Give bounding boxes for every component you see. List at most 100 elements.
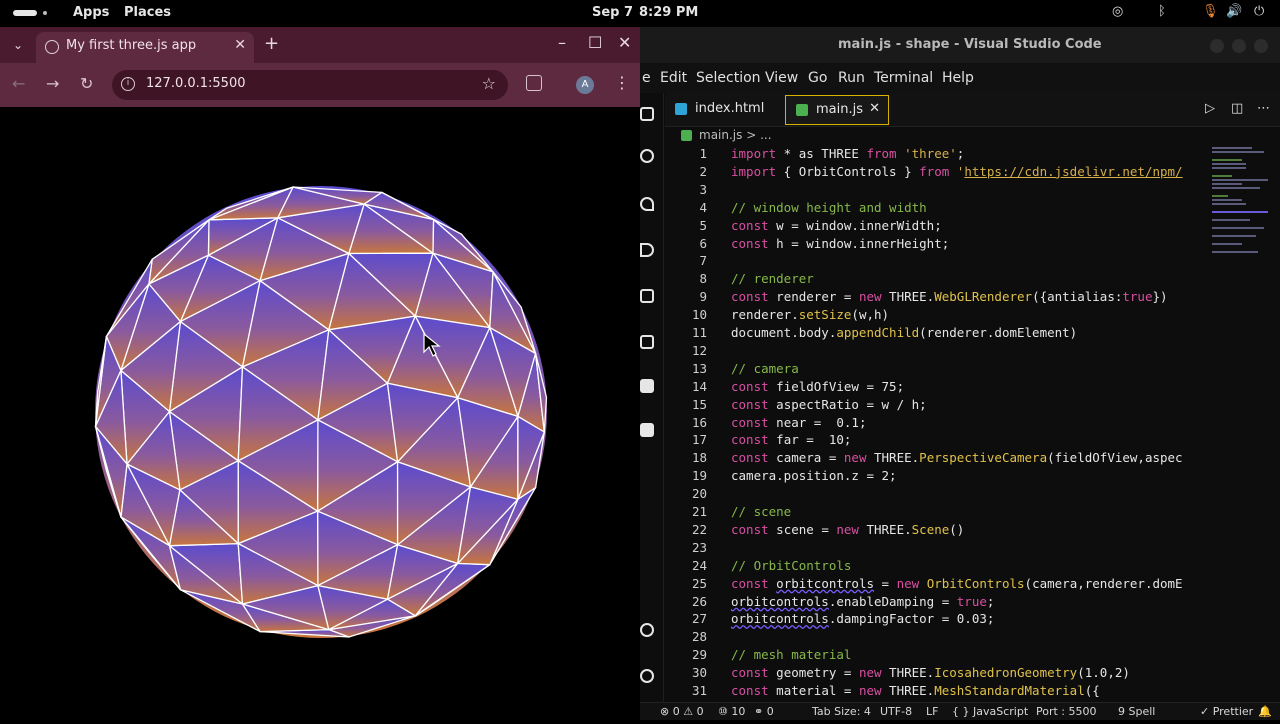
code-line[interactable]: 29 // mesh material — [665, 647, 1210, 665]
language-mode[interactable]: { } JavaScript — [952, 705, 1028, 718]
clock-time[interactable]: 8:29 PM — [639, 5, 698, 20]
code-line[interactable]: 9 const renderer = new THREE.WebGLRendere… — [665, 289, 1210, 307]
code-line[interactable]: 7 — [665, 253, 1210, 271]
copilot-icon[interactable] — [640, 423, 654, 437]
code-line[interactable]: 24 // OrbitControls — [665, 558, 1210, 576]
address-url[interactable]: 127.0.0.1:5500 — [146, 76, 246, 91]
menu-file[interactable]: e — [642, 70, 651, 86]
run-file-icon[interactable]: ▷ — [1205, 101, 1215, 116]
code-line[interactable]: 12 — [665, 343, 1210, 361]
tab-main-js[interactable]: main.js ✕ — [785, 95, 889, 125]
code-line[interactable]: 20 — [665, 486, 1210, 504]
minimize-icon[interactable]: – — [558, 33, 566, 52]
prettier-indicator[interactable]: ✓ Prettier — [1200, 705, 1253, 718]
code-line[interactable]: 14 const fieldOfView = 75; — [665, 379, 1210, 397]
window-minimize-button[interactable] — [1210, 39, 1224, 53]
site-info-icon[interactable]: i — [121, 77, 135, 91]
code-line[interactable]: 26 orbitcontrols.enableDamping = true; — [665, 594, 1210, 612]
bluetooth-icon[interactable]: ᛒ — [1158, 4, 1166, 19]
code-line[interactable]: 10 renderer.setSize(w,h) — [665, 307, 1210, 325]
code-line[interactable]: 18 const camera = new THREE.PerspectiveCa… — [665, 450, 1210, 468]
run-debug-icon[interactable] — [640, 243, 654, 257]
close-tab-icon[interactable]: ✕ — [234, 37, 246, 53]
reload-icon[interactable]: ↻ — [80, 74, 93, 93]
explorer-icon[interactable] — [640, 107, 654, 121]
code-line[interactable]: 13 // camera — [665, 361, 1210, 379]
code-line[interactable]: 8 // renderer — [665, 271, 1210, 289]
window-maximize-button[interactable] — [1232, 39, 1246, 53]
code-line[interactable]: 3 — [665, 182, 1210, 200]
new-tab-icon[interactable]: + — [264, 33, 279, 54]
tab-search-icon[interactable]: ⌄ — [8, 35, 28, 55]
minimap[interactable] — [1210, 145, 1272, 265]
profile-avatar[interactable]: A — [576, 76, 594, 94]
code-line[interactable]: 23 — [665, 540, 1210, 558]
volume-icon[interactable]: 🔊 — [1226, 4, 1242, 19]
code-line[interactable]: 11 document.body.appendChild(renderer.dom… — [665, 325, 1210, 343]
encoding-indicator[interactable]: UTF-8 — [880, 705, 912, 718]
code-line[interactable]: 22 const scene = new THREE.Scene() — [665, 522, 1210, 540]
remote-explorer-icon[interactable] — [640, 335, 654, 349]
spell-check-indicator[interactable]: 9 Spell — [1118, 705, 1155, 718]
live-share-icon[interactable] — [640, 379, 654, 393]
icosahedron-sphere[interactable] — [0, 107, 640, 720]
forward-icon[interactable]: → — [46, 74, 59, 93]
broadcast-indicator[interactable]: ⚭ 0 — [754, 705, 774, 718]
close-tab-icon[interactable]: ✕ — [869, 101, 880, 116]
search-icon[interactable] — [640, 149, 654, 163]
code-line[interactable]: 19 camera.position.z = 2; — [665, 468, 1210, 486]
menu-help[interactable]: Help — [942, 70, 974, 86]
places-menu[interactable]: Places — [124, 5, 171, 20]
problems-indicator[interactable]: ⊗ 0 ⚠ 0 — [660, 705, 704, 718]
live-server-port[interactable]: Port : 5500 — [1036, 705, 1097, 718]
code-line[interactable]: 27 orbitcontrols.dampingFactor = 0.03; — [665, 611, 1210, 629]
code-line[interactable]: 16 const near = 0.1; — [665, 415, 1210, 433]
code-line[interactable]: 2 import { OrbitControls } from 'https://… — [665, 164, 1210, 182]
menu-go[interactable]: Go — [808, 70, 827, 86]
maximize-icon[interactable]: ☐ — [588, 33, 602, 52]
source-control-icon[interactable] — [640, 197, 654, 211]
webgl-viewport[interactable] — [0, 107, 640, 720]
clock-date[interactable]: Sep 7 — [592, 5, 633, 20]
extensions-icon[interactable] — [526, 75, 542, 91]
browser-tab[interactable]: My first three.js app ✕ — [36, 32, 254, 63]
tab-index-html[interactable]: index.html — [665, 95, 777, 125]
activities-indicator[interactable] — [13, 10, 37, 16]
menu-run[interactable]: Run — [838, 70, 865, 86]
code-line[interactable]: 5 const w = window.innerWidth; — [665, 218, 1210, 236]
window-close-button[interactable] — [1254, 39, 1268, 53]
code-line[interactable]: 4 // window height and width — [665, 200, 1210, 218]
ports-indicator[interactable]: ⑩ 10 — [718, 705, 745, 718]
accounts-icon[interactable] — [640, 623, 654, 637]
menu-selection[interactable]: Selection — [696, 70, 761, 86]
breadcrumb-path[interactable]: main.js > ... — [699, 128, 772, 142]
tab-size-indicator[interactable]: Tab Size: 4 — [812, 705, 871, 718]
menu-view[interactable]: View — [765, 70, 798, 86]
browser-menu-icon[interactable]: ⋮ — [614, 73, 630, 92]
menu-terminal[interactable]: Terminal — [874, 70, 933, 86]
address-bar[interactable]: i 127.0.0.1:5500 ☆ — [112, 70, 508, 100]
code-line[interactable]: 30 const geometry = new THREE.Icosahedron… — [665, 665, 1210, 683]
code-line[interactable]: 21 // scene — [665, 504, 1210, 522]
settings-gear-icon[interactable] — [640, 669, 654, 683]
more-actions-icon[interactable]: ⋯ — [1257, 101, 1270, 116]
code-line[interactable]: 1 import * as THREE from 'three'; — [665, 146, 1210, 164]
code-line[interactable]: 31 const material = new THREE.MeshStandar… — [665, 683, 1210, 701]
close-window-icon[interactable]: ✕ — [618, 33, 631, 52]
screen-record-icon[interactable]: ◎ — [1112, 4, 1123, 19]
code-line[interactable]: 28 — [665, 629, 1210, 647]
code-line[interactable]: 17 const far = 10; — [665, 432, 1210, 450]
microphone-icon[interactable]: 🎙 — [1202, 4, 1219, 19]
apps-menu[interactable]: Apps — [73, 5, 109, 20]
code-line[interactable]: 25 const orbitcontrols = new OrbitControl… — [665, 576, 1210, 594]
code-line[interactable]: 6 const h = window.innerHeight; — [665, 236, 1210, 254]
extensions-icon[interactable] — [640, 289, 654, 303]
bookmark-star-icon[interactable]: ☆ — [482, 74, 496, 93]
menu-edit[interactable]: Edit — [660, 70, 687, 86]
back-icon[interactable]: ← — [12, 74, 25, 93]
notifications-bell-icon[interactable]: 🔔 — [1258, 705, 1272, 718]
code-editor[interactable]: 1 import * as THREE from 'three'; 2 import … — [665, 145, 1280, 702]
power-icon[interactable]: ⏻ — [1254, 4, 1264, 19]
code-line[interactable]: 15 const aspectRatio = w / h; — [665, 397, 1210, 415]
split-editor-icon[interactable]: ◫ — [1231, 101, 1243, 116]
